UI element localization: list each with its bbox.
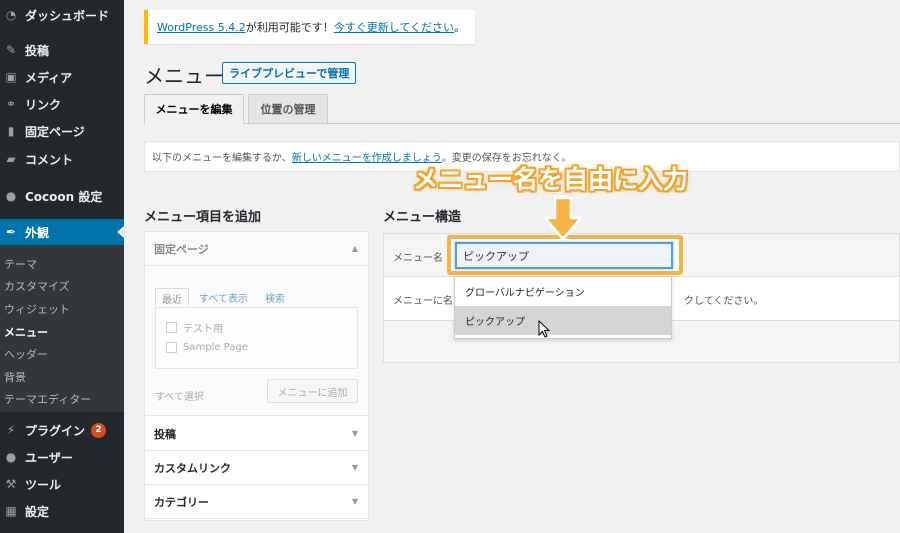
- page-icon: ▮: [7, 124, 15, 138]
- submenu-themes[interactable]: テーマ: [4, 256, 37, 272]
- add-menu-items-panel: 固定ページ ▲ 最近 すべて表示 検索 テスト用 Sample Page すべて選…: [144, 231, 369, 521]
- sidebar-item-label: 固定ページ: [25, 124, 85, 139]
- submenu-menus[interactable]: メニュー: [4, 324, 48, 340]
- submenu-background[interactable]: 背景: [4, 369, 26, 385]
- accordion-custom-links[interactable]: カスタムリンク ▼: [145, 451, 368, 485]
- sidebar-item-links[interactable]: ⚭ リンク: [0, 91, 124, 117]
- tool-icon: ⚒: [5, 477, 17, 491]
- caret-down-icon: ▼: [351, 463, 358, 472]
- update-notice: WordPress 5.4.2 が利用可能です！ 今すぐ更新してください 。: [144, 10, 475, 44]
- sidebar-item-label: プラグイン: [25, 423, 86, 438]
- menu-name-label: メニュー名: [393, 253, 443, 264]
- dashboard-icon: ◔: [5, 8, 17, 22]
- nav-tabs: メニューを編集 位置の管理: [144, 92, 900, 124]
- sidebar-item-label: 設定: [25, 504, 50, 519]
- caret-down-icon: ▼: [351, 497, 358, 506]
- update-now-link[interactable]: 今すぐ更新してください: [334, 19, 454, 35]
- tab-most-recent[interactable]: 最近: [155, 288, 189, 306]
- mouse-cursor-icon: [538, 320, 550, 338]
- media-icon: ▣: [5, 70, 17, 84]
- description-text-pre: メニューに名: [393, 296, 453, 307]
- sidebar-item-posts[interactable]: ✎ 投稿: [0, 37, 124, 63]
- update-count-badge: 2: [91, 422, 107, 438]
- notice-end: 。: [454, 21, 466, 34]
- caret-down-icon: ▼: [351, 429, 358, 438]
- sidebar-item-users[interactable]: ● ユーザー: [0, 444, 124, 470]
- wordpress-version-link[interactable]: WordPress 5.4.2: [157, 21, 246, 34]
- sidebar-item-comments[interactable]: ▰ コメント: [0, 146, 124, 172]
- checkbox[interactable]: [166, 342, 177, 353]
- sidebar-item-pages[interactable]: ▮ 固定ページ: [0, 118, 124, 144]
- page-title: メニュー: [144, 64, 224, 88]
- live-preview-button[interactable]: ライブプレビューで管理: [222, 62, 357, 84]
- menu-name-input[interactable]: [455, 242, 673, 269]
- plugin-icon: ⚡: [6, 423, 16, 437]
- submenu-header[interactable]: ヘッダー: [4, 346, 48, 362]
- description-text-post: クしてください。: [684, 296, 764, 307]
- add-menu-items-heading: メニュー項目を追加: [144, 210, 262, 225]
- sidebar-item-media[interactable]: ▣ メディア: [0, 64, 124, 90]
- menu-structure-heading: メニュー構造: [383, 210, 462, 225]
- pages-accordion-body: 最近 すべて表示 検索 テスト用 Sample Page すべて選択 メニューに…: [145, 266, 368, 416]
- cocoon-icon: ●: [5, 189, 17, 203]
- list-item[interactable]: Sample Page: [166, 342, 248, 353]
- annotation-text: メニュー名を自由に入力: [413, 165, 689, 194]
- tab-search[interactable]: 検索: [265, 290, 285, 305]
- select-all-checkbox[interactable]: すべて選択: [155, 388, 204, 403]
- accordion-label: カスタムリンク: [154, 461, 231, 475]
- sidebar-item-label: ダッシュボード: [25, 8, 110, 23]
- comment-icon: ▰: [6, 152, 16, 166]
- user-icon: ●: [5, 450, 17, 464]
- add-to-menu-button[interactable]: メニューに追加: [267, 379, 358, 403]
- sidebar-item-label: 投稿: [25, 43, 50, 58]
- submenu-customize[interactable]: カスタマイズ: [4, 278, 70, 294]
- list-item[interactable]: テスト用: [166, 320, 223, 335]
- sidebar-item-label: メディア: [25, 70, 73, 85]
- sidebar-item-label: ツール: [25, 477, 62, 492]
- arrow-down-icon: [543, 196, 583, 241]
- sidebar-item-label: 外観: [25, 225, 50, 240]
- sidebar-item-tools[interactable]: ⚒ ツール: [0, 471, 124, 497]
- appearance-submenu: テーマ カスタマイズ ウィジェット メニュー ヘッダー 背景 テーマエディター: [0, 245, 124, 412]
- sidebar-item-cocoon[interactable]: ● Cocoon 設定: [0, 183, 124, 209]
- sidebar-item-label: リンク: [25, 97, 62, 112]
- sidebar-item-appearance[interactable]: ✒ 外観: [0, 219, 124, 245]
- info-text-pre: 以下のメニューを編集するか、: [152, 153, 292, 164]
- list-item-label: テスト用: [183, 324, 223, 335]
- autocomplete-dropdown: グローバルナビゲーション ピックアップ: [454, 276, 672, 339]
- sidebar-item-label: Cocoon 設定: [25, 189, 103, 204]
- sidebar-item-settings[interactable]: ▦ 設定: [0, 498, 124, 524]
- link-icon: ⚭: [5, 97, 17, 111]
- caret-up-icon: ▲: [351, 244, 358, 253]
- accordion-label: 固定ページ: [154, 242, 209, 256]
- notice-text: が利用可能です！: [245, 21, 334, 34]
- submenu-widgets[interactable]: ウィジェット: [4, 301, 70, 317]
- submenu-theme-editor[interactable]: テーマエディター: [4, 391, 91, 407]
- sidebar-item-dashboard[interactable]: ◔ ダッシュボード: [0, 2, 124, 28]
- appearance-icon: ✒: [5, 225, 17, 239]
- dropdown-option-global-nav[interactable]: グローバルナビゲーション: [455, 277, 671, 306]
- list-item-label: Sample Page: [183, 342, 248, 353]
- accordion-posts[interactable]: 投稿 ▼: [145, 417, 368, 451]
- sidebar-item-label: ユーザー: [25, 450, 73, 465]
- dropdown-option-pickup[interactable]: ピックアップ: [455, 306, 671, 335]
- tab-manage-locations[interactable]: 位置の管理: [248, 94, 328, 124]
- tab-view-all[interactable]: すべて表示: [199, 290, 248, 305]
- accordion-label: カテゴリー: [154, 495, 209, 509]
- accordion-categories[interactable]: カテゴリー ▼: [145, 485, 368, 519]
- accordion-pages[interactable]: 固定ページ ▲: [145, 232, 368, 266]
- page-checklist: テスト用 Sample Page: [155, 307, 358, 369]
- accordion-label: 投稿: [154, 427, 176, 441]
- admin-sidebar: ◔ ダッシュボード ✎ 投稿 ▣ メディア ⚭ リンク ▮ 固定ページ ▰ コメント ● Co…: [0, 0, 124, 533]
- pin-icon: ✎: [5, 43, 17, 57]
- settings-icon: ▦: [5, 504, 17, 518]
- sidebar-item-label: コメント: [25, 152, 74, 167]
- sidebar-item-plugins[interactable]: ⚡ プラグイン 2: [0, 417, 124, 443]
- checkbox[interactable]: [166, 322, 177, 333]
- tab-edit-menus[interactable]: メニューを編集: [144, 94, 244, 124]
